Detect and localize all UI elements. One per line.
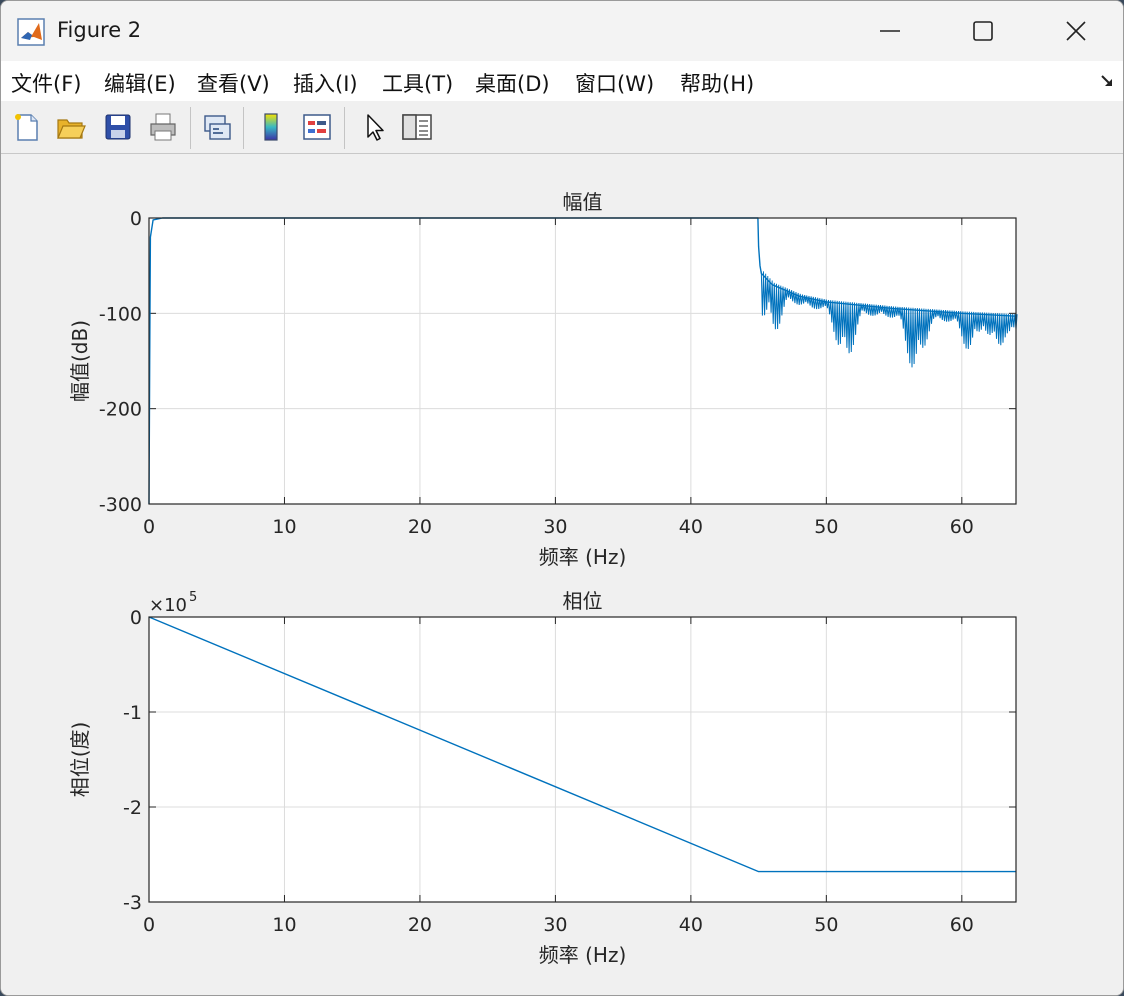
x-tick-label: 30 [543, 914, 567, 936]
y-tick-label: -3 [123, 892, 142, 914]
link-plot-button[interactable] [199, 109, 235, 145]
legend-button[interactable] [299, 109, 335, 145]
menu-file[interactable]: 文件(F) [11, 68, 81, 98]
plot-area[interactable] [149, 218, 1016, 504]
x-tick-label: 60 [950, 516, 974, 538]
y-tick-label: 0 [130, 607, 142, 629]
plots-svg: 0 10 20 30 40 50 600-100-200-300幅值频率 (Hz)幅值(dB… [68, 190, 1018, 967]
y-exponent-power: 5 [189, 590, 197, 605]
colorbar-button[interactable] [253, 109, 289, 145]
window-title: Figure 2 [57, 18, 142, 42]
x-tick-label: 40 [679, 516, 703, 538]
x-tick-label: 20 [408, 516, 432, 538]
menu-edit[interactable]: 编辑(E) [104, 68, 176, 98]
title-bar[interactable]: Figure 2 [1, 1, 1123, 61]
x-axis-label: 频率 (Hz) [539, 943, 627, 967]
edit-plot-icon [367, 114, 384, 141]
toolbar-separator [190, 107, 191, 149]
minimize-icon [880, 30, 900, 32]
x-tick-label: 50 [814, 516, 838, 538]
x-tick-label: 20 [408, 914, 432, 936]
x-tick-label: 40 [679, 914, 703, 936]
new-figure-button[interactable] [9, 109, 45, 145]
chart-title: 幅值 [563, 190, 603, 214]
y-tick-label: -200 [99, 399, 142, 421]
x-tick-label: 0 [143, 516, 155, 538]
close-icon [1066, 21, 1086, 41]
y-tick-label: -1 [123, 702, 142, 724]
save-icon [105, 114, 131, 140]
y-exponent-label: ×10 [149, 595, 187, 616]
print-icon [150, 113, 176, 141]
property-inspector-icon [402, 114, 432, 140]
maximize-icon [973, 21, 993, 41]
menu-help[interactable]: 帮助(H) [680, 68, 754, 98]
menu-bar: 文件(F) 编辑(E) 查看(V) 插入(I) 工具(T) 桌面(D) 窗口(W… [1, 61, 1123, 101]
maximize-button[interactable] [936, 1, 1030, 61]
close-button[interactable] [1029, 1, 1123, 61]
x-tick-label: 60 [950, 914, 974, 936]
matlab-icon [17, 18, 45, 46]
x-tick-label: 30 [543, 516, 567, 538]
y-tick-label: -100 [99, 303, 142, 325]
menu-desktop[interactable]: 桌面(D) [475, 68, 550, 98]
plot-area[interactable] [149, 617, 1016, 902]
x-tick-label: 10 [272, 914, 296, 936]
link-plot-icon [204, 115, 231, 140]
figure-canvas: 0 10 20 30 40 50 60 0 -100 -200 -300 幅值 频率 (Hz) 幅值(dB… [1, 154, 1123, 995]
y-axis-label: 相位(度) [68, 722, 92, 798]
new-figure-icon [15, 114, 38, 141]
menu-tools[interactable]: 工具(T) [382, 68, 453, 98]
open-file-button[interactable] [53, 109, 89, 145]
menu-insert[interactable]: 插入(I) [293, 68, 358, 98]
toolbar-separator [344, 107, 345, 149]
menu-view[interactable]: 查看(V) [197, 68, 270, 98]
print-button[interactable] [145, 109, 181, 145]
figure-window: Figure 2 文件(F) 编辑(E) 查看(V) 插入(I) 工具(T) 桌… [0, 0, 1124, 996]
property-inspector-button[interactable] [399, 109, 435, 145]
chart-title: 相位 [563, 589, 603, 613]
y-tick-label: -300 [99, 494, 142, 516]
y-tick-label: 0 [130, 208, 142, 230]
menu-window[interactable]: 窗口(W) [575, 68, 654, 98]
edit-plot-button[interactable] [356, 109, 392, 145]
colorbar-icon [264, 113, 278, 141]
x-tick-label: 50 [814, 914, 838, 936]
save-button[interactable] [100, 109, 136, 145]
x-tick-label: 10 [272, 516, 296, 538]
figure-toolbar [1, 101, 1123, 154]
toolbar-separator [243, 107, 244, 149]
y-tick-label: -2 [123, 797, 142, 819]
legend-icon [303, 114, 331, 140]
y-axis-label: 幅值(dB) [68, 320, 92, 402]
x-axis-label: 频率 (Hz) [539, 545, 627, 569]
minimize-button[interactable] [843, 1, 937, 61]
x-tick-label: 0 [143, 914, 155, 936]
open-file-icon [57, 119, 86, 139]
dock-figure-icon[interactable] [1099, 73, 1115, 89]
